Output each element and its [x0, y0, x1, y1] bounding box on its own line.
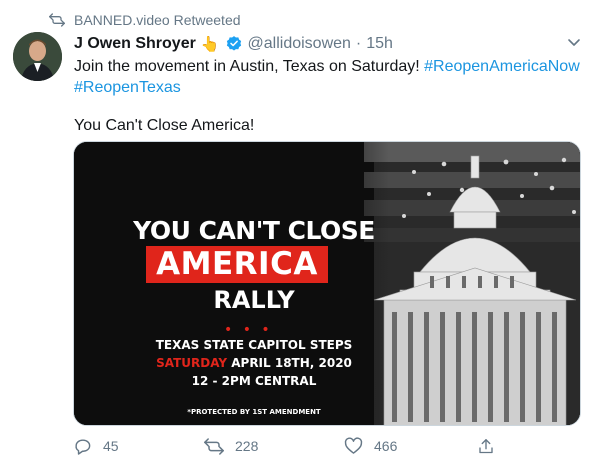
poster-america: AMERICA — [156, 246, 318, 282]
retweet-count: 228 — [235, 438, 259, 454]
poster-date-value: APRIL 18TH, 2020 — [231, 356, 352, 370]
retweet-button[interactable]: 228 — [204, 436, 258, 456]
tweet-body-text: Join the movement in Austin, Texas on Sa… — [74, 58, 425, 75]
retweet-icon — [204, 437, 224, 455]
like-button[interactable]: 466 — [344, 436, 397, 456]
hashtag-reopentexas[interactable]: #ReopenTexas — [74, 79, 181, 96]
tweet-header: J Owen Shroyer 👆 @allidoisowen · 15h — [74, 34, 562, 54]
tweet-actions: 45 228 466 — [73, 436, 513, 456]
tweet-media-image[interactable]: YOU CAN'T CLOSE AMERICA RALLY • • • TEXA… — [73, 141, 581, 426]
author-name[interactable]: J Owen Shroyer — [74, 35, 196, 53]
tweet-text: Join the movement in Austin, Texas on Sa… — [74, 56, 580, 136]
poster-day: SATURDAY — [156, 356, 228, 370]
tweet-timestamp[interactable]: 15h — [366, 35, 393, 53]
like-count: 466 — [374, 438, 398, 454]
tweet-line-1: Join the movement in Austin, Texas on Sa… — [74, 56, 580, 77]
poster-rally: RALLY — [213, 286, 295, 314]
meta-separator: · — [355, 35, 362, 52]
poster-venue: TEXAS STATE CAPITOL STEPS — [155, 338, 353, 352]
poster-text-block: YOU CAN'T CLOSE AMERICA RALLY • • • TEXA… — [74, 142, 394, 425]
poster-time: 12 - 2PM CENTRAL — [191, 374, 317, 388]
share-icon — [477, 437, 495, 456]
hashtag-reopenamericanow[interactable]: #ReopenAmericaNow — [424, 58, 580, 75]
avatar[interactable] — [13, 32, 62, 81]
author-handle[interactable]: @allidoisowen — [248, 35, 351, 53]
tweet-line-3: You Can't Close America! — [74, 117, 255, 134]
pointing-up-emoji: 👆 — [200, 36, 220, 53]
reply-count: 45 — [103, 438, 119, 454]
verified-icon — [225, 35, 243, 53]
reply-icon — [73, 437, 92, 456]
poster-dots: • • • — [224, 322, 273, 338]
heart-icon — [344, 437, 363, 455]
share-button[interactable] — [477, 436, 495, 456]
retweet-banner-label[interactable]: BANNED.video Retweeted — [74, 12, 241, 28]
poster-footer: *PROTECTED BY 1ST AMENDMENT — [187, 408, 321, 416]
reply-button[interactable]: 45 — [73, 436, 119, 456]
retweet-icon — [48, 11, 66, 29]
retweet-banner: BANNED.video Retweeted — [48, 11, 241, 29]
poster-date: SATURDAY APRIL 18TH, 2020 — [114, 356, 394, 370]
poster-headline: YOU CAN'T CLOSE — [133, 216, 375, 245]
tweet-line-2: #ReopenTexas — [74, 77, 574, 98]
chevron-down-icon[interactable] — [566, 34, 582, 50]
